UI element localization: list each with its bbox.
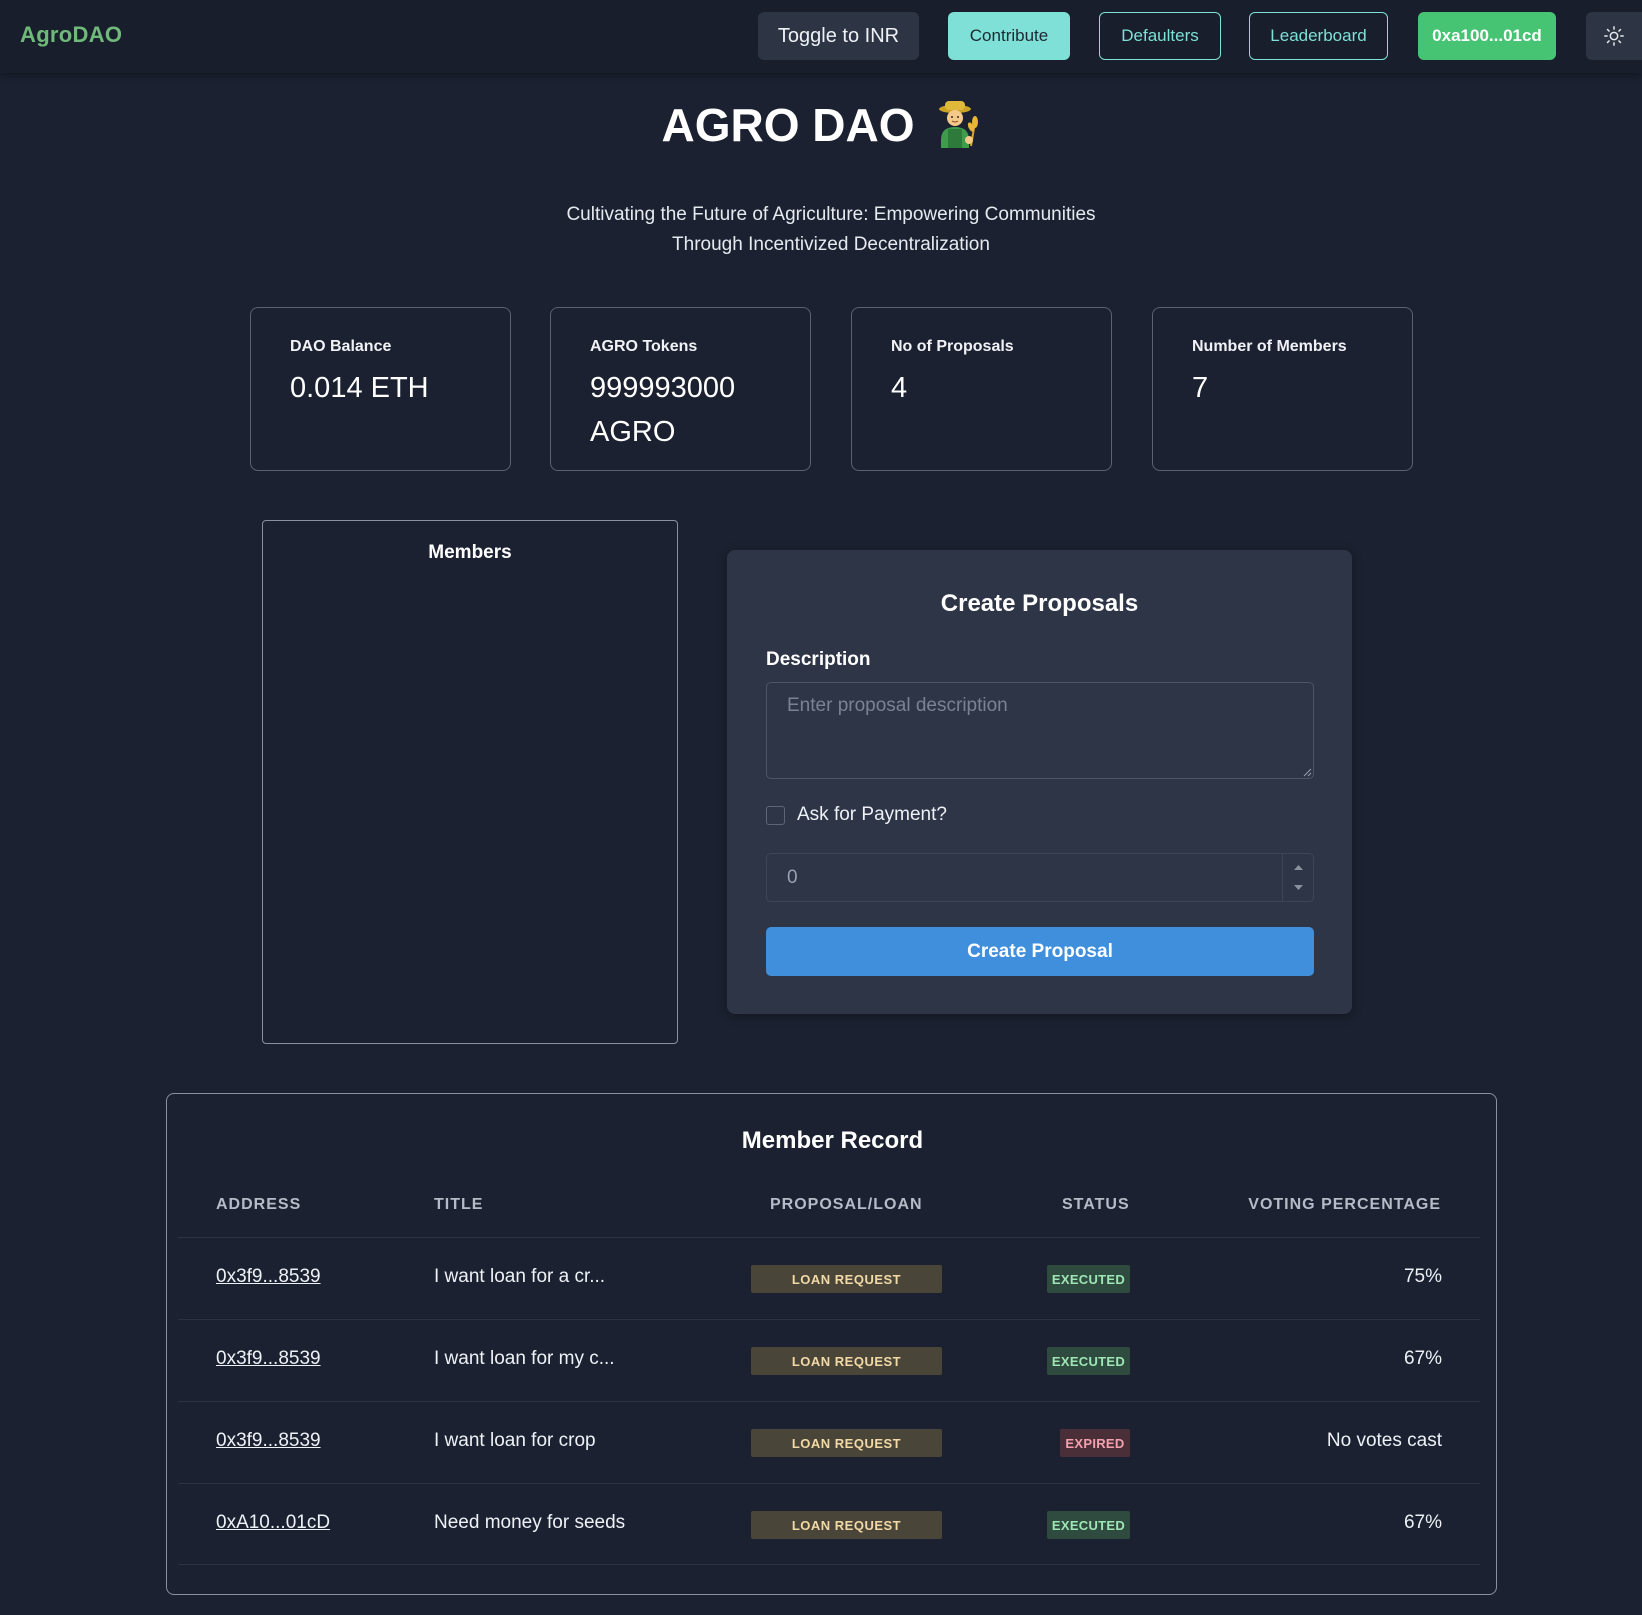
loan-request-badge: LOAN REQUEST xyxy=(751,1265,942,1293)
column-header-proposal-loan: PROPOSAL/LOAN xyxy=(770,1196,923,1213)
column-header-title: TITLE xyxy=(434,1196,484,1213)
page-subtitle: Cultivating the Future of Agriculture: E… xyxy=(521,200,1141,260)
voting-percentage-cell: 67% xyxy=(1403,1512,1442,1533)
create-proposal-title: Create Proposals xyxy=(940,590,1139,617)
amount-stepper[interactable] xyxy=(1282,854,1313,901)
stat-label: AGRO Tokens xyxy=(590,338,698,355)
sun-icon xyxy=(1604,26,1624,46)
address-link[interactable]: 0x3f9...8539 xyxy=(216,1266,321,1288)
stat-card-agro-tokens: AGRO Tokens 999993000 AGRO xyxy=(550,307,811,471)
amount-value: 0 xyxy=(787,867,798,888)
stat-value: 0.014 ETH xyxy=(290,372,429,404)
member-record-panel: Member Record ADDRESS TITLE PROPOSAL/LOA… xyxy=(166,1093,1497,1595)
brand-logo[interactable]: AgroDAO xyxy=(20,22,122,48)
address-link[interactable]: 0x3f9...8539 xyxy=(216,1348,321,1370)
address-link[interactable]: 0xA10...01cD xyxy=(216,1512,330,1534)
stat-card-proposals: No of Proposals 4 xyxy=(851,307,1112,471)
proposal-title-cell: I want loan for my c... xyxy=(434,1348,615,1369)
subtitle-line-2: Through Incentivized Decentralization xyxy=(672,234,990,255)
table-row: 0x3f9...8539 I want loan for my c... LOA… xyxy=(178,1319,1480,1401)
subtitle-line-1: Cultivating the Future of Agriculture: E… xyxy=(566,204,1096,225)
status-badge: EXECUTED xyxy=(1047,1347,1130,1375)
members-title: Members xyxy=(428,542,512,563)
leaderboard-button[interactable]: Leaderboard xyxy=(1249,12,1388,60)
create-proposal-card: Create Proposals Description Ask for Pay… xyxy=(727,550,1352,1014)
status-badge: EXECUTED xyxy=(1047,1511,1130,1539)
proposal-title-cell: I want loan for crop xyxy=(434,1430,596,1451)
stat-value: 7 xyxy=(1192,372,1209,404)
loan-request-badge: LOAN REQUEST xyxy=(751,1511,942,1539)
column-header-address: ADDRESS xyxy=(216,1196,302,1213)
create-proposal-button[interactable]: Create Proposal xyxy=(766,927,1314,976)
stat-value: 4 xyxy=(891,372,908,404)
stat-label: No of Proposals xyxy=(891,338,1014,355)
status-badge: EXECUTED xyxy=(1047,1265,1130,1293)
page-title-text: AGRO DAO xyxy=(661,99,915,151)
ask-payment-label[interactable]: Ask for Payment? xyxy=(797,804,947,826)
voting-percentage-cell: No votes cast xyxy=(1326,1430,1442,1451)
description-input[interactable] xyxy=(766,682,1314,779)
theme-toggle-button[interactable] xyxy=(1586,12,1642,60)
voting-percentage-cell: 67% xyxy=(1403,1348,1442,1369)
farmer-emoji-icon xyxy=(938,101,978,148)
stat-label: DAO Balance xyxy=(290,338,392,355)
status-badge: EXPIRED xyxy=(1060,1429,1130,1457)
resize-grip-icon[interactable] xyxy=(1302,767,1312,777)
stat-card-members: Number of Members 7 xyxy=(1152,307,1413,471)
member-record-title: Member Record xyxy=(741,1127,924,1154)
wallet-address-button[interactable]: 0xa100...01cd xyxy=(1418,12,1556,60)
column-header-voting-percentage: VOTING PERCENTAGE xyxy=(1248,1196,1441,1213)
toggle-currency-button[interactable]: Toggle to INR xyxy=(758,12,919,60)
table-row: 0xA10...01cD Need money for seeds LOAN R… xyxy=(178,1483,1480,1565)
proposal-title-cell: I want loan for a cr... xyxy=(434,1266,606,1287)
defaulters-button[interactable]: Defaulters xyxy=(1099,12,1221,60)
payment-row: Ask for Payment? xyxy=(766,804,947,826)
stat-card-dao-balance: DAO Balance 0.014 ETH xyxy=(250,307,511,471)
page-title: AGRO DAO xyxy=(0,98,1642,152)
contribute-button[interactable]: Contribute xyxy=(948,12,1070,60)
stepper-down-icon[interactable] xyxy=(1283,876,1314,899)
table-row: 0x3f9...8539 I want loan for crop LOAN R… xyxy=(178,1401,1480,1483)
table-row: 0x3f9...8539 I want loan for a cr... LOA… xyxy=(178,1237,1480,1319)
proposal-title-cell: Need money for seeds xyxy=(434,1512,626,1533)
ask-payment-checkbox[interactable] xyxy=(766,805,785,825)
loan-request-badge: LOAN REQUEST xyxy=(751,1429,942,1457)
amount-input[interactable]: 0 xyxy=(766,853,1314,902)
members-panel: Members xyxy=(262,520,678,1044)
stat-value: 999993000 AGRO xyxy=(590,372,736,448)
description-label: Description xyxy=(766,649,871,670)
address-link[interactable]: 0x3f9...8539 xyxy=(216,1430,321,1452)
column-header-status: STATUS xyxy=(1062,1196,1130,1213)
voting-percentage-cell: 75% xyxy=(1403,1266,1442,1287)
stat-label: Number of Members xyxy=(1192,338,1347,355)
loan-request-badge: LOAN REQUEST xyxy=(751,1347,942,1375)
navbar: AgroDAO Toggle to INR Contribute Default… xyxy=(0,0,1642,73)
